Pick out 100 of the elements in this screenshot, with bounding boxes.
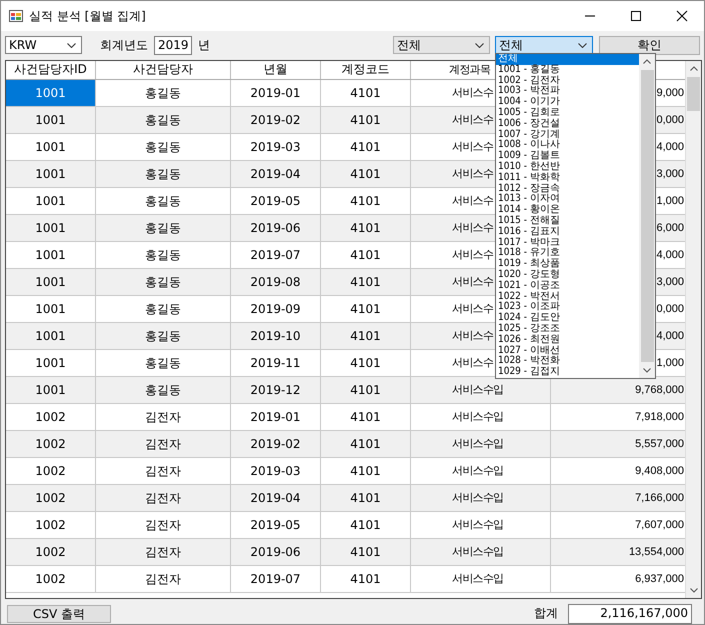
scroll-up-icon[interactable]: [690, 66, 698, 71]
table-cell: 1001: [6, 296, 96, 322]
table-cell: 서비스수입: [411, 512, 551, 538]
table-cell: 2019-03: [231, 134, 321, 160]
table-cell: 김전자: [96, 404, 231, 430]
table-cell: 4101: [321, 350, 411, 376]
table-cell: 홍길동: [96, 107, 231, 133]
table-cell: 2019-02: [231, 431, 321, 457]
scroll-up-icon[interactable]: [643, 59, 651, 64]
table-cell: 서비스수입: [411, 377, 551, 403]
table-cell: 1001: [6, 269, 96, 295]
table-cell: 김전자: [96, 485, 231, 511]
table-cell: 1002: [6, 431, 96, 457]
scroll-thumb[interactable]: [640, 70, 654, 362]
table-cell: 2019-02: [231, 107, 321, 133]
staff-dropdown[interactable]: 전체: [495, 36, 593, 54]
table-cell: 1002: [6, 485, 96, 511]
table-cell: 4101: [321, 323, 411, 349]
table-cell: 4101: [321, 539, 411, 565]
table-cell: 2019-05: [231, 512, 321, 538]
table-cell: 홍길동: [96, 161, 231, 187]
table-cell: 1002: [6, 566, 96, 592]
table-cell: 1002: [6, 539, 96, 565]
table-cell: 4101: [321, 188, 411, 214]
column-header[interactable]: 계정과목: [411, 61, 495, 79]
table-cell: 2019-11: [231, 350, 321, 376]
maximize-icon[interactable]: [630, 10, 642, 22]
table-cell: 홍길동: [96, 350, 231, 376]
column-header[interactable]: 사건담당자ID: [6, 61, 96, 79]
table-cell: 홍길동: [96, 323, 231, 349]
scroll-down-icon[interactable]: [690, 588, 698, 593]
close-icon[interactable]: [676, 10, 688, 22]
confirm-button[interactable]: 확인: [599, 36, 700, 54]
table-cell: 홍길동: [96, 188, 231, 214]
chevron-icon: [475, 42, 484, 48]
table-cell: 2019-03: [231, 458, 321, 484]
column-header[interactable]: 계정코드: [321, 61, 411, 79]
table-cell: 2019-06: [231, 539, 321, 565]
filter-dropdown[interactable]: 전체: [393, 36, 490, 54]
table-cell: 2019-10: [231, 323, 321, 349]
dropdown-option[interactable]: 1001 - 홍길동: [496, 64, 639, 76]
table-cell: 2019-07: [231, 566, 321, 592]
table-cell: 서비스수입: [411, 566, 551, 592]
table-cell: 김전자: [96, 458, 231, 484]
scroll-down-icon[interactable]: [643, 368, 651, 373]
table-cell: 1001: [6, 161, 96, 187]
total-field: 2,116,167,000: [568, 604, 692, 624]
year-field[interactable]: 2019: [154, 36, 192, 54]
table-cell: 4101: [321, 404, 411, 430]
table-cell: 홍길동: [96, 377, 231, 403]
scrollbar[interactable]: [685, 61, 701, 598]
table-cell: 서비스수입: [411, 431, 551, 457]
table-cell: 4101: [321, 566, 411, 592]
scroll-thumb[interactable]: [687, 77, 700, 111]
table-cell: 서비스수입: [411, 539, 551, 565]
table-cell: 4101: [321, 134, 411, 160]
table-cell: 1002: [6, 404, 96, 430]
table-cell: 4101: [321, 512, 411, 538]
csv-export-button[interactable]: CSV 출력: [7, 604, 111, 622]
table-cell: 1001: [6, 80, 96, 106]
scrollbar[interactable]: [639, 54, 655, 378]
table-cell: 4101: [321, 458, 411, 484]
table-cell: 2019-12: [231, 377, 321, 403]
table-cell: 김전자: [96, 539, 231, 565]
table-cell: 1001: [6, 215, 96, 241]
table-cell: 4101: [321, 296, 411, 322]
table-cell: 1001: [6, 323, 96, 349]
table-cell: 2019-08: [231, 269, 321, 295]
table-cell: 서비스수입: [411, 404, 551, 430]
table-cell: 4101: [321, 377, 411, 403]
year-label: 회계년도: [99, 36, 149, 54]
table-cell: 1001: [6, 134, 96, 160]
table-cell: 1001: [6, 350, 96, 376]
currency-dropdown[interactable]: KRW: [5, 36, 82, 54]
table-cell: 김전자: [96, 512, 231, 538]
table-cell: 4101: [321, 242, 411, 268]
table-cell: 2019-05: [231, 188, 321, 214]
column-header[interactable]: 사건담당자: [96, 61, 231, 79]
table-cell: 서비스수입: [411, 485, 551, 511]
table-cell: 1002: [6, 512, 96, 538]
table-cell: 4101: [321, 485, 411, 511]
table-cell: 4101: [321, 107, 411, 133]
table-cell: 2019-01: [231, 80, 321, 106]
table-cell: 4101: [321, 80, 411, 106]
chevron-icon: [578, 42, 587, 48]
table-cell: 1002: [6, 458, 96, 484]
table-cell: 4101: [321, 269, 411, 295]
table-cell: 1001: [6, 188, 96, 214]
column-header[interactable]: 년월: [231, 61, 321, 79]
table-cell: 김전자: [96, 431, 231, 457]
table-cell: 1001: [6, 242, 96, 268]
table-cell: 2019-04: [231, 485, 321, 511]
table-cell: 2019-01: [231, 404, 321, 430]
table-cell: 홍길동: [96, 134, 231, 160]
table-cell: 홍길동: [96, 242, 231, 268]
table-cell: 홍길동: [96, 269, 231, 295]
table-cell: 2019-04: [231, 161, 321, 187]
table-cell: 홍길동: [96, 296, 231, 322]
table-cell: 4101: [321, 215, 411, 241]
app-icon: [9, 9, 23, 23]
